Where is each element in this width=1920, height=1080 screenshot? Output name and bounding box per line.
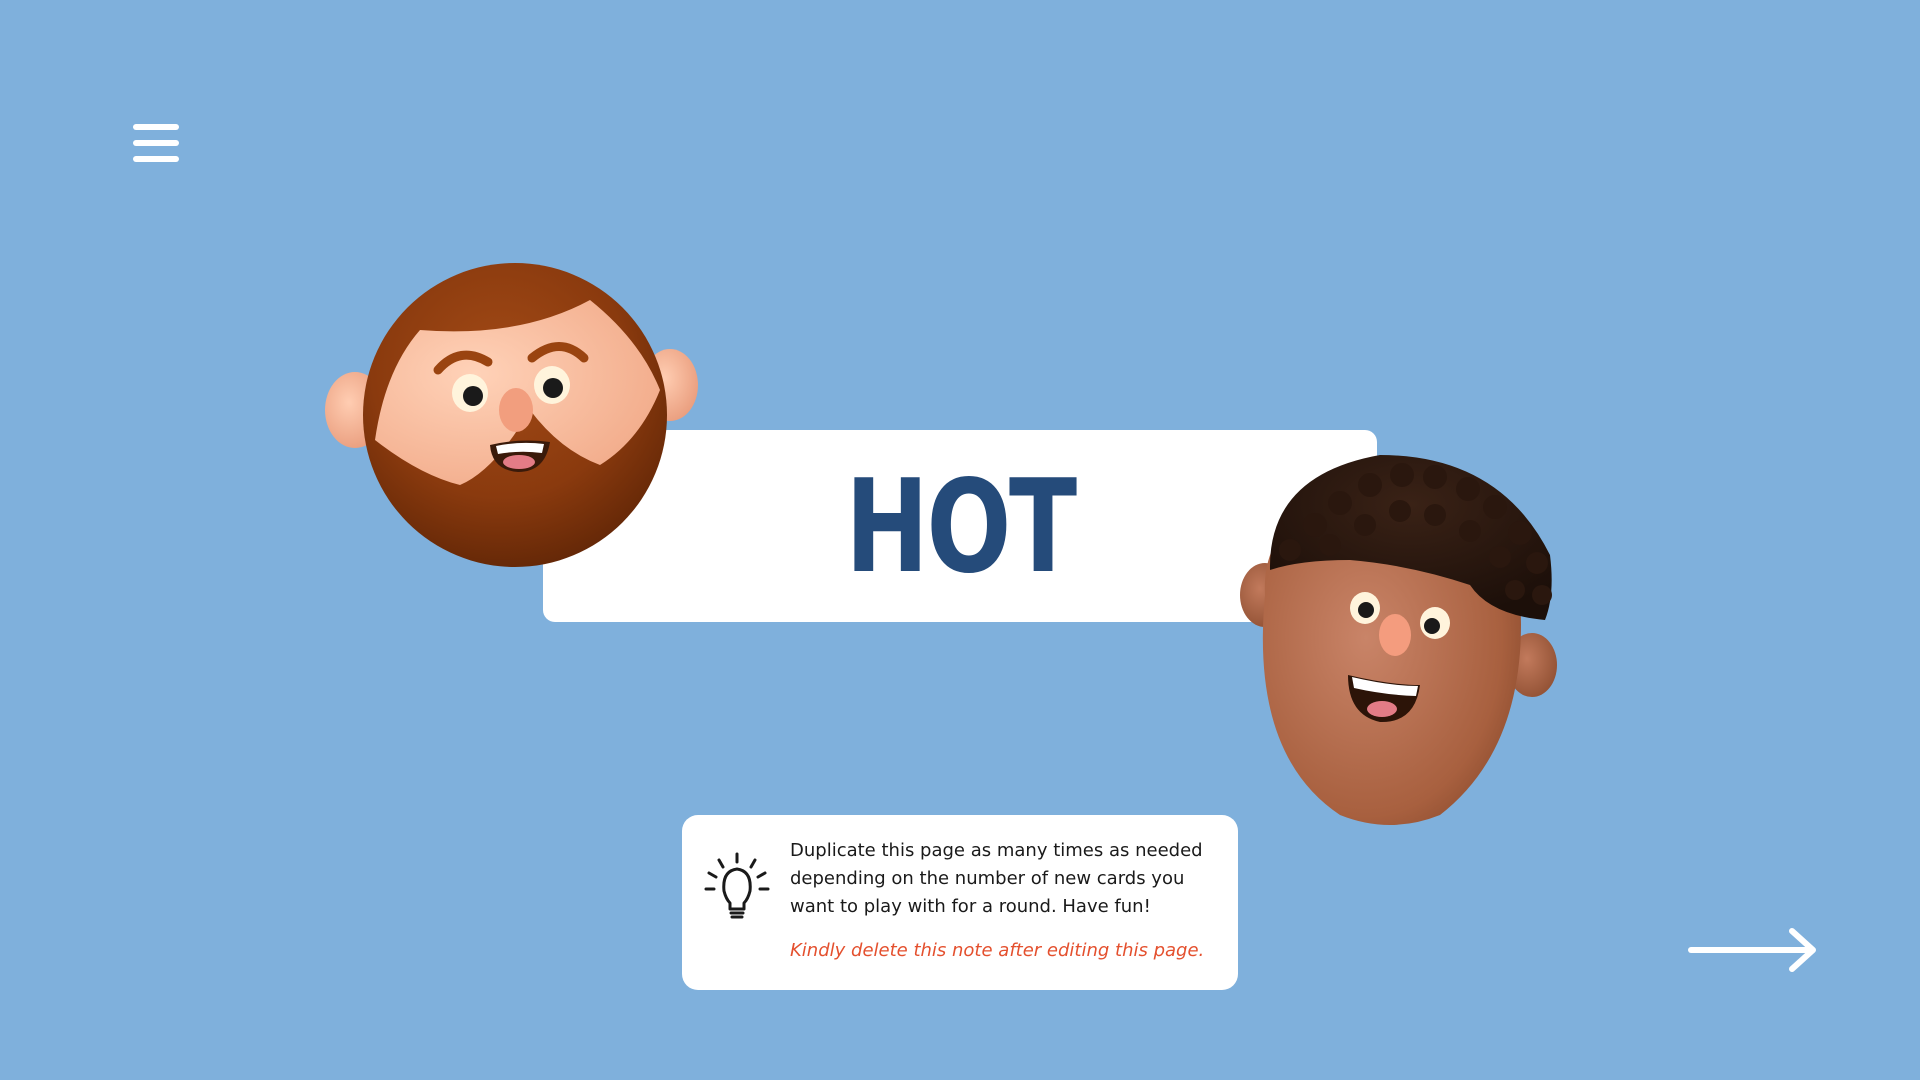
menu-bar (133, 140, 179, 146)
curly-hair-man-avatar (1230, 445, 1570, 830)
note-line: want to play with for a round. Have fun! (790, 896, 1151, 917)
note-warning: Kindly delete this note after editing th… (790, 940, 1205, 961)
note-body: Duplicate this page as many times as nee… (790, 837, 1220, 921)
menu-bar (133, 156, 179, 162)
lightbulb-icon (704, 852, 770, 919)
slide-canvas: HOT Duplicate this page as many times as… (0, 0, 1920, 1080)
menu-bar (133, 124, 179, 130)
note-card: Duplicate this page as many times as nee… (682, 815, 1238, 990)
note-line: depending on the number of new cards you (790, 868, 1185, 889)
note-line: Duplicate this page as many times as nee… (790, 840, 1203, 861)
card-word: HOT (845, 453, 1077, 602)
hamburger-menu-button[interactable] (130, 120, 182, 168)
right-arrow-icon[interactable] (1688, 926, 1820, 974)
bearded-man-avatar (320, 250, 710, 580)
